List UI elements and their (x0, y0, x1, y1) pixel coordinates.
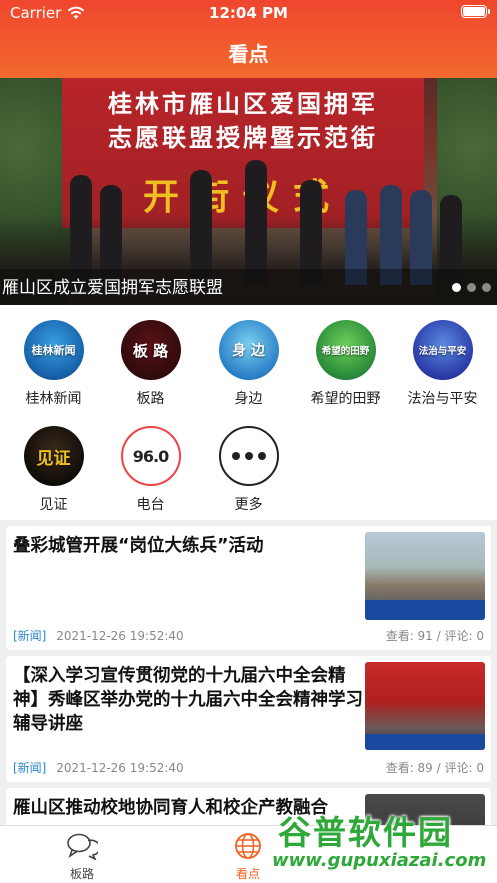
channel-label: 法治与平安 (407, 391, 478, 407)
xiwang-logo-icon: 希望的田野 (315, 320, 376, 380)
news-views: 查看: 89 (385, 761, 433, 775)
guilin-news-logo-icon: 桂林新闻 (23, 320, 84, 380)
watermark-url: www.gupuxiazai.com (272, 850, 487, 871)
channel-label: 电台 (136, 497, 165, 513)
news-tag: [新闻] (13, 629, 47, 643)
news-title[interactable]: 叠彩城管开展“岗位大练兵”活动 (13, 534, 363, 558)
channel-guilin-news[interactable]: 桂林新闻 桂林新闻 (5, 320, 102, 408)
news-tag: [新闻] (13, 761, 47, 775)
radio-logo-icon: 96.0 (120, 426, 181, 486)
carousel-dot[interactable] (452, 283, 461, 292)
watermark-main: 谷普软件园 (278, 813, 453, 852)
news-thumbnail[interactable] (365, 662, 485, 750)
banner-board-line2: 志愿联盟授牌暨示范街 (108, 124, 378, 152)
channel-radio[interactable]: 96.0 电台 (102, 426, 199, 514)
news-thumbnail[interactable] (365, 532, 485, 620)
news-comments: 评论: 0 (444, 629, 485, 643)
more-icon (218, 426, 279, 486)
news-views: 查看: 91 (385, 629, 433, 643)
news-title[interactable]: 【深入学习宣传贯彻党的十九届六中全会精神】秀峰区举办党的十九届六中全会精神学习辅… (13, 664, 363, 736)
page-title: 看点 (228, 42, 269, 66)
battery-icon (461, 5, 490, 18)
banner-caption[interactable]: 雁山区成立爱国拥军志愿联盟 (2, 273, 223, 298)
news-time: 2021-12-26 19:52:40 (56, 629, 184, 643)
news-item[interactable]: 【深入学习宣传贯彻党的十九届六中全会精神】秀峰区举办党的十九届六中全会精神学习辅… (6, 656, 491, 782)
tab-banlu[interactable]: 板路 (42, 832, 122, 882)
app-header: Carrier 12:04 PM 看点 (0, 0, 497, 78)
news-comments: 评论: 0 (444, 761, 485, 775)
status-bar: Carrier 12:04 PM (0, 0, 497, 26)
channel-xiwang[interactable]: 希望的田野 希望的田野 (297, 320, 394, 408)
carousel-dot[interactable] (482, 283, 491, 292)
news-time: 2021-12-26 19:52:40 (56, 761, 184, 775)
channel-more[interactable]: 更多 (200, 426, 297, 514)
channel-label: 板路 (136, 391, 165, 407)
news-stats: 查看: 89 / 评论: 0 (385, 761, 485, 775)
news-stats: 查看: 91 / 评论: 0 (385, 629, 485, 643)
channel-label: 身边 (234, 391, 263, 407)
news-item[interactable]: 叠彩城管开展“岗位大练兵”活动 [新闻] 2021-12-26 19:52:40… (6, 526, 491, 650)
banner-carousel[interactable]: 桂林市雁山区爱国拥军 志愿联盟授牌暨示范街 开街仪式 雁山区成立爱国拥军志愿联盟 (0, 78, 497, 305)
channel-label: 希望的田野 (310, 391, 381, 407)
watermark: 谷普软件园 www.gupuxiazai.com (272, 806, 497, 883)
channel-jianzheng[interactable]: 见证 见证 (5, 426, 102, 514)
globe-icon (235, 833, 261, 859)
channel-banlu[interactable]: 板 路 板路 (102, 320, 199, 408)
carousel-dot[interactable] (467, 283, 476, 292)
channel-label: 桂林新闻 (25, 391, 82, 407)
fazhi-logo-icon: 法治与平安 (412, 320, 473, 380)
carousel-dots[interactable] (452, 283, 491, 292)
channel-shenbian[interactable]: 身 边 身边 (200, 320, 297, 408)
tab-label: 板路 (69, 867, 94, 881)
status-time: 12:04 PM (209, 4, 288, 22)
jianzheng-logo-icon: 见证 (23, 426, 84, 486)
shenbian-logo-icon: 身 边 (218, 320, 279, 380)
news-meta: [新闻] 2021-12-26 19:52:40 (13, 759, 184, 776)
channel-label: 更多 (234, 497, 263, 513)
banlu-logo-icon: 板 路 (120, 320, 181, 380)
banner-board-line1: 桂林市雁山区爱国拥军 (108, 90, 378, 118)
channel-fazhi[interactable]: 法治与平安 法治与平安 (394, 320, 491, 408)
channel-grid: 桂林新闻 桂林新闻 板 路 板路 身 边 身边 希望的田野 希望的田野 法治与平… (0, 305, 497, 520)
channel-label: 见证 (39, 497, 68, 513)
chat-bubbles-icon (67, 833, 101, 861)
news-meta: [新闻] 2021-12-26 19:52:40 (13, 627, 184, 644)
